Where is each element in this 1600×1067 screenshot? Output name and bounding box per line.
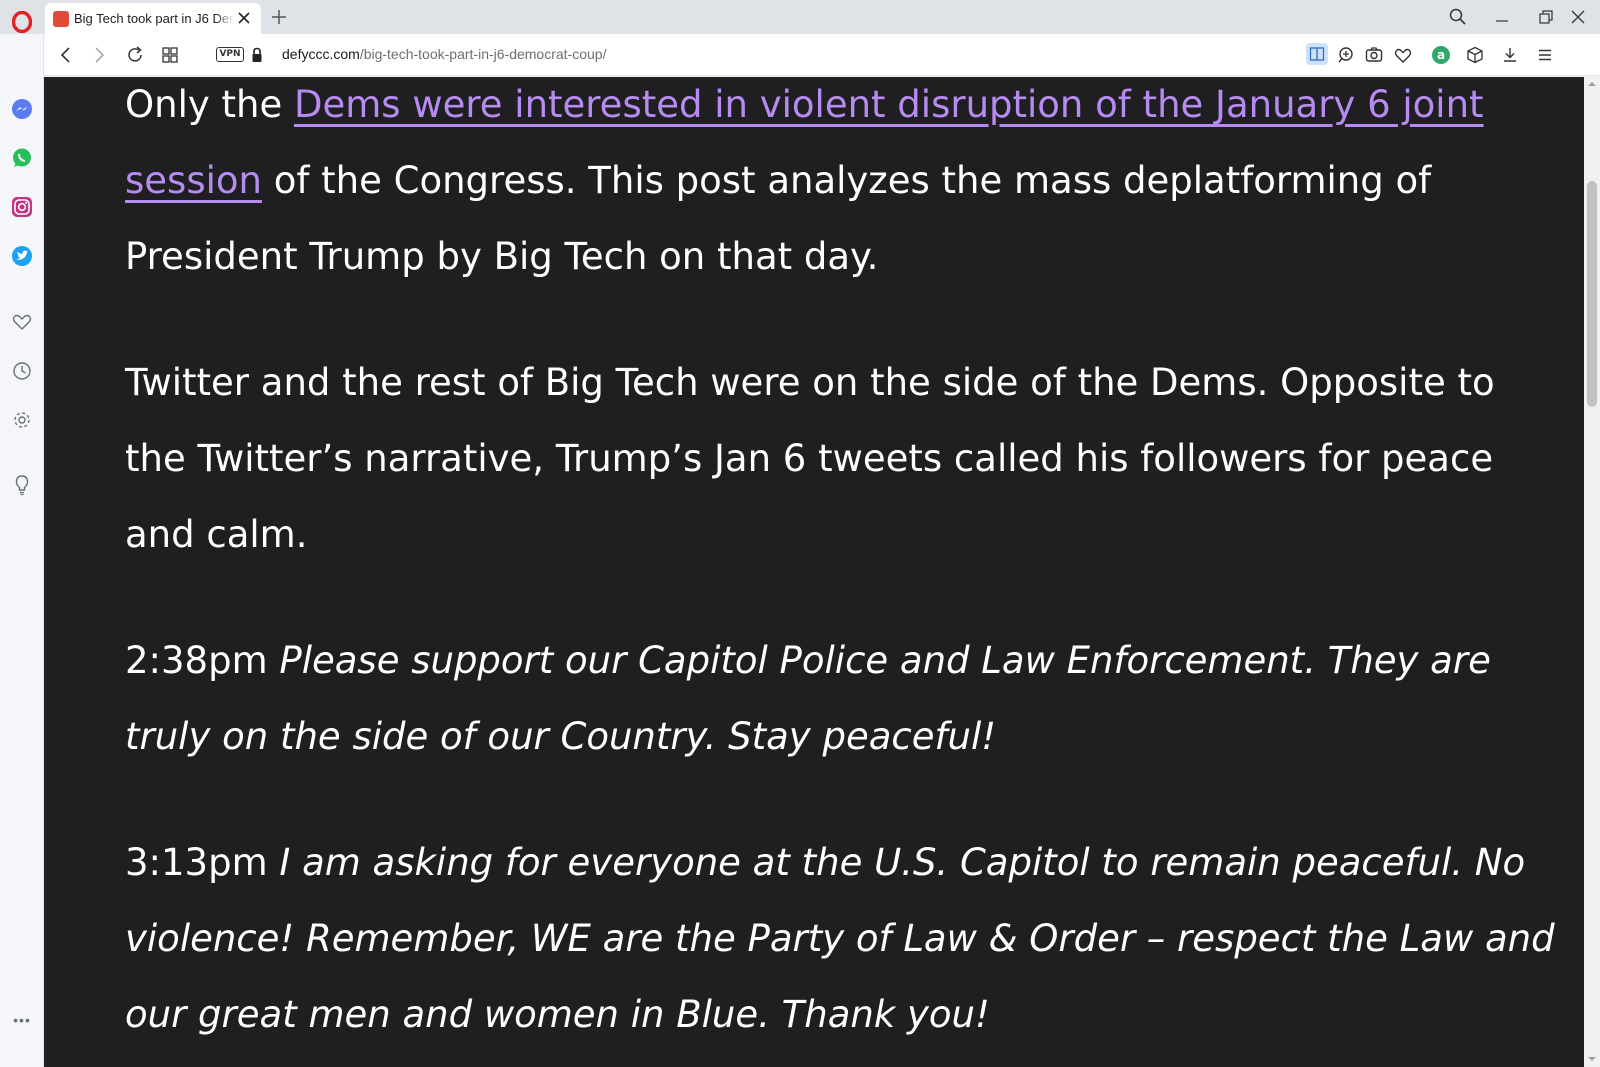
vpn-badge[interactable]: VPN bbox=[216, 47, 244, 62]
lock-icon[interactable] bbox=[247, 45, 267, 65]
scrollbar-thumb[interactable] bbox=[1587, 181, 1597, 407]
tweet-time: 2:38pm bbox=[125, 639, 268, 682]
minimize-icon[interactable] bbox=[1492, 7, 1512, 27]
tweet-text: I am asking for everyone at the U.S. Cap… bbox=[125, 841, 1555, 1036]
intro-text-before: Only the bbox=[125, 83, 294, 126]
intro-text-after: of the Congress. This post analyzes the … bbox=[125, 159, 1432, 278]
url-path: /big-tech-took-part-in-j6-democrat-coup/ bbox=[359, 46, 607, 62]
new-tab-icon[interactable] bbox=[270, 8, 288, 26]
url-field[interactable]: defyccc.com/big-tech-took-part-in-j6-dem… bbox=[282, 46, 606, 62]
tweet-text: Please support our Capitol Police and La… bbox=[125, 639, 1491, 758]
tweet-quote-2: 3:13pm I am asking for everyone at the U… bbox=[125, 825, 1565, 1053]
more-icon[interactable]: ••• bbox=[11, 1012, 33, 1034]
tweet-quote-1: 2:38pm Please support our Capitol Police… bbox=[125, 623, 1565, 775]
zoom-icon[interactable] bbox=[1336, 45, 1356, 65]
tab-active[interactable]: Big Tech took part in J6 Democrat Coup bbox=[45, 3, 261, 34]
restore-icon[interactable] bbox=[1536, 7, 1556, 27]
tab-bar: Big Tech took part in J6 Democrat Coup bbox=[0, 0, 1600, 34]
browser-window: Big Tech took part in J6 Democrat Coup bbox=[0, 0, 1600, 1067]
scroll-down-icon[interactable] bbox=[1588, 1055, 1596, 1063]
settings-icon[interactable] bbox=[11, 409, 33, 431]
reader-mode-button[interactable] bbox=[1306, 43, 1328, 65]
sidebar: ••• bbox=[0, 34, 44, 1067]
paragraph-intro: Only the Dems were interested in violent… bbox=[125, 77, 1565, 295]
reader-mode-icon bbox=[1309, 47, 1325, 61]
search-tabs-icon[interactable] bbox=[1448, 7, 1468, 27]
paragraph-big-tech: Twitter and the rest of Big Tech were on… bbox=[125, 361, 1495, 556]
speed-dial-icon[interactable] bbox=[160, 45, 180, 65]
scroll-up-icon[interactable] bbox=[1588, 80, 1596, 88]
close-tab-icon[interactable] bbox=[236, 10, 252, 26]
whatsapp-icon[interactable] bbox=[11, 147, 33, 169]
bookmark-heart-icon[interactable] bbox=[1393, 45, 1413, 65]
forward-icon[interactable] bbox=[89, 45, 109, 65]
article-body: Only the Dems were interested in violent… bbox=[125, 77, 1565, 1067]
easy-setup-menu-icon[interactable] bbox=[1535, 45, 1555, 65]
messenger-icon[interactable] bbox=[11, 98, 33, 120]
url-host: defyccc.com bbox=[282, 46, 360, 62]
opera-menu-icon[interactable] bbox=[12, 11, 32, 33]
close-window-icon[interactable] bbox=[1568, 7, 1588, 27]
address-toolbar: VPN defyccc.com/big-tech-took-part-in-j6… bbox=[44, 34, 1600, 76]
svg-text:a: a bbox=[1437, 48, 1445, 62]
history-icon[interactable] bbox=[11, 360, 33, 382]
snapshot-icon[interactable] bbox=[1364, 45, 1384, 65]
back-icon[interactable] bbox=[56, 45, 76, 65]
reload-icon[interactable] bbox=[125, 45, 145, 65]
extension-a-icon[interactable]: a bbox=[1431, 45, 1451, 65]
download-icon[interactable] bbox=[1500, 45, 1520, 65]
page-scrollbar[interactable] bbox=[1584, 77, 1600, 1067]
lightbulb-icon[interactable] bbox=[11, 474, 33, 496]
tab-title: Big Tech took part in J6 Democrat Coup bbox=[74, 11, 234, 26]
heart-icon[interactable] bbox=[11, 311, 33, 333]
site-favicon-icon bbox=[53, 11, 69, 27]
web-page: Only the Dems were interested in violent… bbox=[44, 77, 1584, 1067]
extensions-cube-icon[interactable] bbox=[1465, 45, 1485, 65]
twitter-icon[interactable] bbox=[11, 245, 33, 267]
instagram-icon[interactable] bbox=[11, 196, 33, 218]
tweet-time: 3:13pm bbox=[125, 841, 268, 884]
